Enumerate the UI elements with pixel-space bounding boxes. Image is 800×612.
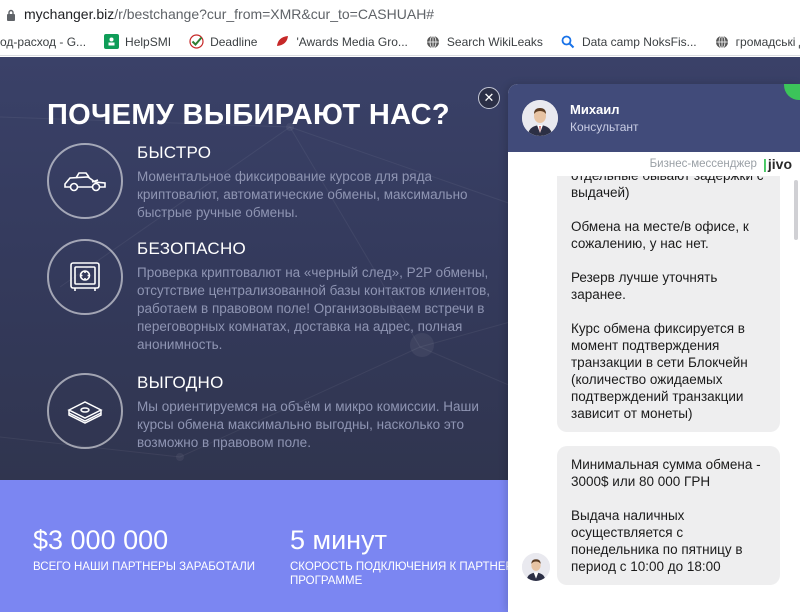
feature-safe: БЕЗОПАСНО Проверка криптовалют на «черны… [47,239,507,369]
leaf-icon [275,34,290,49]
agent-avatar [522,100,558,136]
url-text[interactable]: mychanger.biz/r/bestchange?cur_from=XMR&… [24,6,434,22]
stat-label: СКОРОСТЬ ПОДКЛЮЧЕНИЯ К ПАРТНЕР ПРОГРАММЕ [290,561,508,587]
close-chat-button[interactable]: ✕ [478,87,500,109]
chat-message: Минимальная сумма обмена - 3000$ или 80 … [557,446,780,585]
stat-value: 5 минут [290,525,387,555]
jivo-logo[interactable]: | jivo [763,156,792,172]
feature-description: Проверка криптовалют на «черный след», P… [137,265,491,352]
bookmark-item[interactable]: громадські діячі ба... [715,34,800,49]
brand-line[interactable]: Бизнес-мессенджер | jivo [508,152,800,176]
money-stack-icon [47,373,123,449]
bookmark-item[interactable]: Data camp NoksFis... [561,34,697,49]
address-bar[interactable]: mychanger.biz/r/bestchange?cur_from=XMR&… [0,0,800,28]
form-icon [104,34,120,49]
agent-info: Михаил Консультант [570,102,639,134]
globe-icon [715,34,730,49]
feature-description: Моментальное фиксирование курсов для ряд… [137,169,468,220]
safe-icon [47,239,123,315]
feature-title: БЫСТРО [137,143,212,162]
stat-value: $3 000 000 [33,525,169,555]
online-indicator [784,84,800,100]
feature-title: БЕЗОПАСНО [137,239,247,258]
check-icon [189,34,204,49]
close-icon: ✕ [483,90,495,105]
globe-icon [426,34,441,49]
chat-message: отдельные бывают задержки с выдачей) Обм… [557,176,780,432]
magnifier-icon [561,34,576,49]
chat-scrollbar[interactable] [794,180,798,240]
chat-header[interactable]: Михаил Консультант [508,84,800,152]
bookmark-item[interactable]: 'Awards Media Gro... [275,34,408,49]
bookmark-item[interactable]: HelpSMI [104,34,171,49]
race-car-icon [47,143,123,219]
agent-name: Михаил [570,102,620,117]
feature-title: ВЫГОДНО [137,373,224,392]
feature-profitable: ВЫГОДНО Мы ориентируемся на объём и микр… [47,373,507,463]
feature-description: Мы ориентируемся на объём и микро комисс… [137,399,479,450]
feature-fast: БЫСТРО Моментальное фиксирование курсов … [47,143,507,223]
section-title: ПОЧЕМУ ВЫБИРАЮТ НАС? [47,99,450,131]
stat-label: ВСЕГО НАШИ ПАРТНЕРЫ ЗАРАБОТАЛИ [33,561,256,573]
lock-icon[interactable] [6,8,16,21]
chat-widget[interactable]: Михаил Консультант Бизнес-мессенджер | ji… [508,84,800,612]
bookmarks-bar: од-расход - G... HelpSMI Deadline 'Award… [0,28,800,56]
bookmark-item[interactable]: од-расход - G... [0,34,86,49]
message-list[interactable]: отдельные бывают задержки с выдачей) Обм… [508,176,800,612]
agent-avatar [522,553,550,581]
agent-role: Консультант [570,120,639,134]
bookmark-item[interactable]: Search WikiLeaks [426,34,543,49]
bookmark-item[interactable]: Deadline [189,34,257,49]
